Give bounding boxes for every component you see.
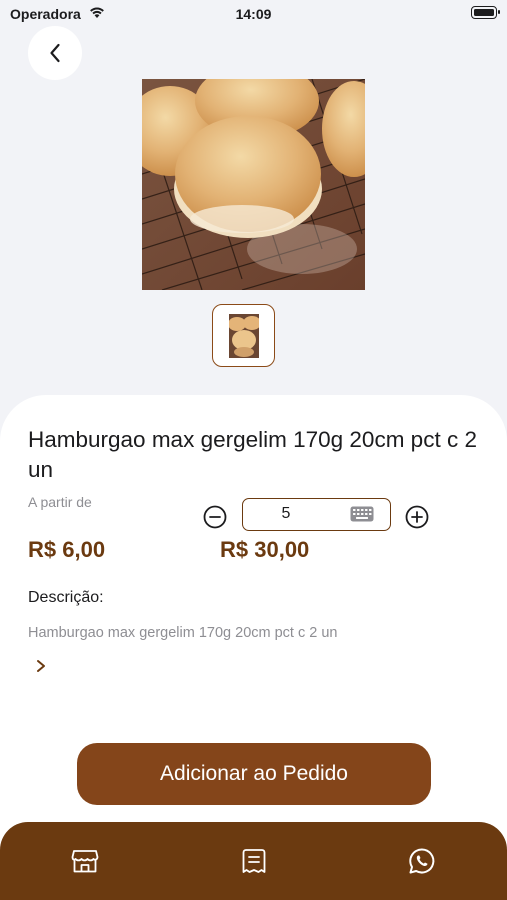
nav-store[interactable] [70, 846, 100, 876]
thumbnail-image [228, 313, 259, 358]
description-text: Hamburgao max gergelim 170g 20cm pct c 2… [28, 625, 338, 641]
product-thumbnail[interactable] [212, 304, 275, 367]
minus-circle-icon[interactable] [203, 505, 227, 529]
nav-whatsapp[interactable] [407, 846, 437, 876]
total-price: R$ 30,00 [220, 537, 310, 562]
description-label: Descrição: [28, 589, 104, 606]
nav-orders[interactable] [239, 846, 269, 876]
product-image [142, 79, 365, 290]
chevron-right-icon[interactable] [33, 656, 51, 676]
product-title: Hamburgao max gergelim 170g 20cm pct c 2… [28, 427, 477, 482]
add-to-order-button[interactable]: Adicionar ao Pedido [77, 743, 431, 805]
status-bar: Operadora 14:09 [0, 0, 507, 28]
keyboard-icon[interactable] [350, 506, 374, 522]
receipt-icon [242, 849, 266, 873]
price-prefix: A partir de [28, 494, 92, 510]
whatsapp-icon [409, 848, 435, 874]
quantity-value: 5 [281, 505, 291, 522]
quantity-input[interactable]: 5 [242, 498, 391, 531]
back-button[interactable] [28, 26, 82, 80]
clock: 14:09 [235, 6, 272, 22]
plus-circle-icon[interactable] [405, 505, 429, 529]
chevron-left-icon [50, 43, 60, 63]
unit-price: R$ 6,00 [28, 537, 106, 562]
bottom-nav [0, 822, 507, 900]
store-icon [71, 850, 99, 873]
battery-icon [471, 6, 500, 19]
